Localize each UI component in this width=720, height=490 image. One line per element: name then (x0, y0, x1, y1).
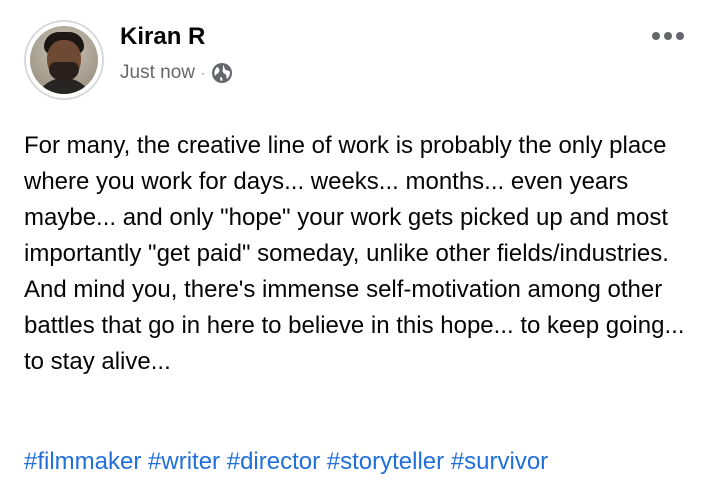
hashtag-link[interactable]: #survivor (451, 448, 548, 475)
post-paragraph: For many, the creative line of work is p… (24, 132, 669, 267)
globe-icon[interactable] (211, 62, 233, 84)
hashtag-list: #filmmaker #writer #director #storytelle… (24, 444, 548, 480)
post-text: For many, the creative line of work is p… (24, 128, 694, 380)
post-timestamp[interactable]: Just now (120, 62, 195, 84)
hashtag-link[interactable]: #director (227, 448, 320, 475)
hashtag-link[interactable]: #storyteller (327, 448, 444, 475)
hashtag-link[interactable]: #writer (148, 448, 220, 475)
profile-photo (30, 26, 98, 94)
hashtag-link[interactable]: #filmmaker (24, 448, 141, 475)
avatar[interactable] (24, 20, 104, 100)
ellipsis-icon (652, 32, 684, 40)
author-name[interactable]: Kiran R (120, 22, 205, 52)
meta-separator: · (200, 66, 205, 80)
more-options-button[interactable] (648, 22, 688, 50)
post-paragraph: And mind you, there's immense self-motiv… (24, 276, 685, 375)
post-meta: Just now · (120, 60, 233, 86)
